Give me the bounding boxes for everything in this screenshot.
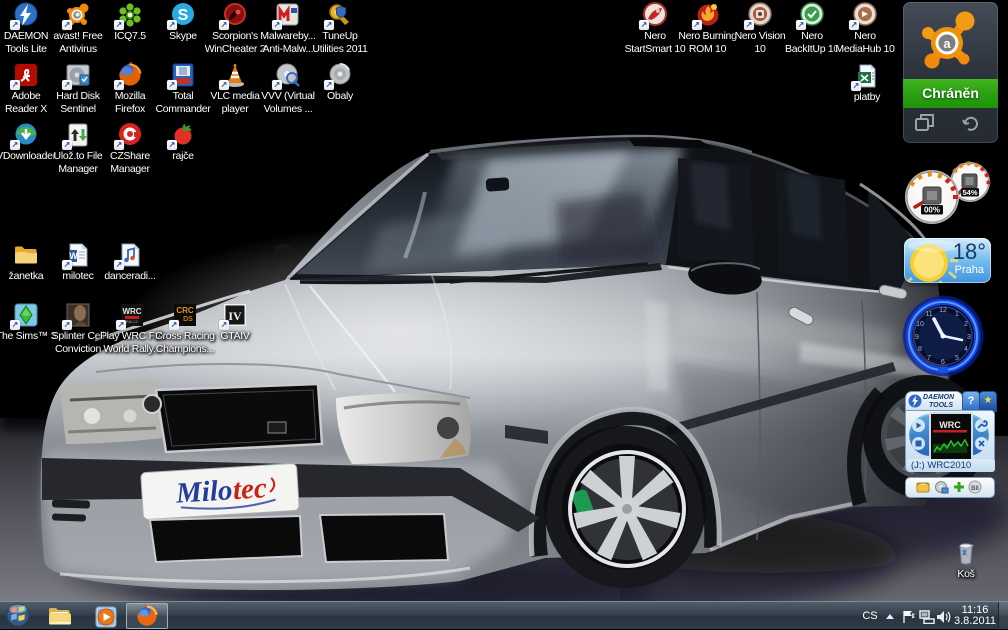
svg-text:RALLY: RALLY (126, 319, 139, 324)
svg-text:tec: tec (232, 472, 268, 506)
svg-text:4: 4 (964, 346, 968, 353)
svg-text:10: 10 (916, 321, 924, 328)
svg-text:8: 8 (918, 346, 922, 353)
svg-text:Milo: Milo (174, 474, 233, 509)
svg-text:DS: DS (183, 316, 193, 323)
svg-text:00%: 00% (924, 206, 940, 215)
svg-text:7: 7 (927, 355, 931, 362)
svg-text:IV: IV (228, 309, 242, 323)
svg-text:3: 3 (967, 334, 971, 341)
svg-text:BII: BII (971, 486, 979, 492)
svg-text:12: 12 (939, 307, 947, 314)
svg-text:5: 5 (955, 355, 959, 362)
svg-text:1: 1 (955, 311, 959, 318)
svg-text:54%: 54% (962, 188, 977, 197)
svg-text:S: S (178, 7, 189, 24)
svg-text:CRC: CRC (176, 306, 194, 315)
svg-text:2: 2 (964, 321, 968, 328)
svg-text:9: 9 (915, 334, 919, 341)
svg-text:WRC: WRC (939, 420, 961, 430)
svg-text:WRC: WRC (122, 307, 141, 316)
svg-text:11: 11 (925, 311, 932, 318)
svg-text:a: a (943, 36, 951, 51)
svg-text:6: 6 (941, 359, 945, 366)
